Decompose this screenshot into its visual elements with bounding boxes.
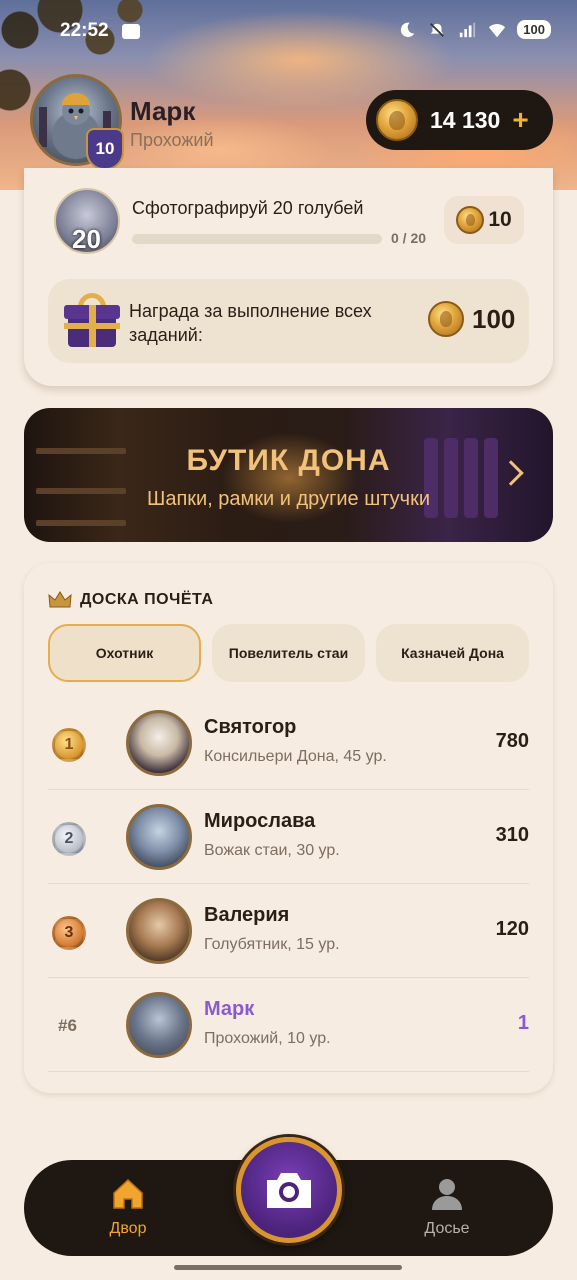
nav-dossier[interactable]: Досье (387, 1176, 507, 1246)
leaderboard-row[interactable]: 1 Святогор Консильери Дона, 45 ур. 780 (48, 696, 529, 790)
add-coins-icon: + (512, 104, 529, 135)
coin-balance: 14 130 (430, 106, 501, 133)
boutique-subtitle: Шапки, рамки и другие штучки (146, 488, 430, 510)
gold-medal-icon: 1 (52, 728, 86, 762)
level-badge: 10 (86, 128, 124, 170)
status-time: 22:52 (60, 20, 109, 41)
player-score: 310 (495, 824, 529, 846)
wifi-icon (489, 23, 506, 37)
tab-flock-lord[interactable]: Повелитель стаи (212, 624, 365, 682)
player-score: 780 (495, 730, 529, 752)
user-name: Марк (130, 96, 196, 126)
silver-medal-icon: 2 (52, 822, 86, 856)
player-score: 1 (517, 1012, 529, 1034)
task-row[interactable]: 20 Сфотографируй 20 голубей 0 / 20 10 (54, 188, 524, 254)
bronze-medal-icon: 3 (52, 916, 86, 950)
player-title: Прохожий, 10 ур. (204, 1030, 331, 1047)
coin-icon (428, 301, 464, 337)
task-reward-amount: 10 (488, 208, 512, 231)
signal-icon (460, 22, 476, 37)
nav-home-label: Двор (109, 1220, 147, 1237)
home-icon (113, 1178, 143, 1209)
leaderboard: ДОСКА ПОЧЁТА Охотник Повелитель стаи Каз… (24, 563, 553, 1093)
all-tasks-reward-value: 100 (428, 301, 515, 337)
player-avatar (126, 804, 192, 870)
person-icon (432, 1179, 462, 1210)
tab-hunter[interactable]: Охотник (48, 624, 201, 682)
gift-icon (64, 293, 120, 349)
all-tasks-reward: Награда за выполнение всех заданий: 100 (48, 279, 529, 363)
player-name: Мирослава (204, 810, 316, 832)
player-name: Марк (204, 998, 255, 1020)
player-title: Консильери Дона, 45 ур. (204, 748, 387, 765)
all-tasks-reward-amount: 100 (472, 303, 516, 334)
user-rank: Прохожий (130, 130, 214, 150)
status-bar: 22:52 100 (0, 14, 577, 50)
leaderboard-row[interactable]: 2 Мирослава Вожак стаи, 30 ур. 310 (48, 790, 529, 884)
leaderboard-tabs: Охотник Повелитель стаи Казначей Дона (48, 624, 529, 682)
player-name: Святогор (204, 716, 297, 738)
leaderboard-row[interactable]: 3 Валерия Голубятник, 15 ур. 120 (48, 884, 529, 978)
player-name: Валерия (204, 904, 290, 926)
task-progress-bar (132, 234, 382, 244)
player-avatar (126, 710, 192, 776)
player-title: Голубятник, 15 ур. (204, 936, 340, 953)
system-home-indicator[interactable] (174, 1265, 402, 1270)
moon-icon (401, 22, 415, 37)
crown-icon (48, 591, 72, 608)
tab-treasurer[interactable]: Казначей Дона (376, 624, 529, 682)
all-tasks-reward-label: Награда за выполнение всех заданий: (129, 301, 372, 345)
battery-indicator: 100 (517, 20, 551, 39)
leaderboard-header: ДОСКА ПОЧЁТА (48, 591, 213, 609)
coin-icon (376, 99, 418, 141)
status-icons: 100 (397, 20, 551, 39)
player-avatar (126, 992, 192, 1058)
mute-icon (430, 22, 445, 37)
player-score: 120 (495, 918, 529, 940)
task-icon-number: 20 (72, 224, 101, 254)
task-title: Сфотографируй 20 голубей (132, 198, 364, 218)
player-title: Вожак стаи, 30 ур. (204, 842, 340, 859)
coin-icon (456, 206, 485, 234)
chat-icon (122, 24, 140, 39)
leaderboard-row-current-user[interactable]: #6 Марк Прохожий, 10 ур. 1 (48, 978, 529, 1072)
camera-button[interactable] (236, 1137, 342, 1243)
player-rank: #6 (58, 1016, 77, 1035)
nav-home[interactable]: Двор (68, 1176, 188, 1246)
boutique-title: БУТИК ДОНА (186, 444, 391, 477)
task-progress-text: 0 / 20 (391, 230, 427, 246)
task-icon: 20 (54, 188, 120, 254)
nav-dossier-label: Досье (424, 1220, 470, 1237)
tasks-card: 20 Сфотографируй 20 голубей 0 / 20 10 На… (24, 168, 553, 386)
camera-icon (267, 1173, 311, 1208)
player-avatar (126, 898, 192, 964)
coin-balance-button[interactable]: 14 130 + (366, 90, 553, 150)
boutique-banner[interactable]: БУТИК ДОНА Шапки, рамки и другие штучки (24, 408, 553, 542)
task-reward: 10 (444, 196, 524, 244)
leaderboard-title: ДОСКА ПОЧЁТА (80, 591, 214, 608)
